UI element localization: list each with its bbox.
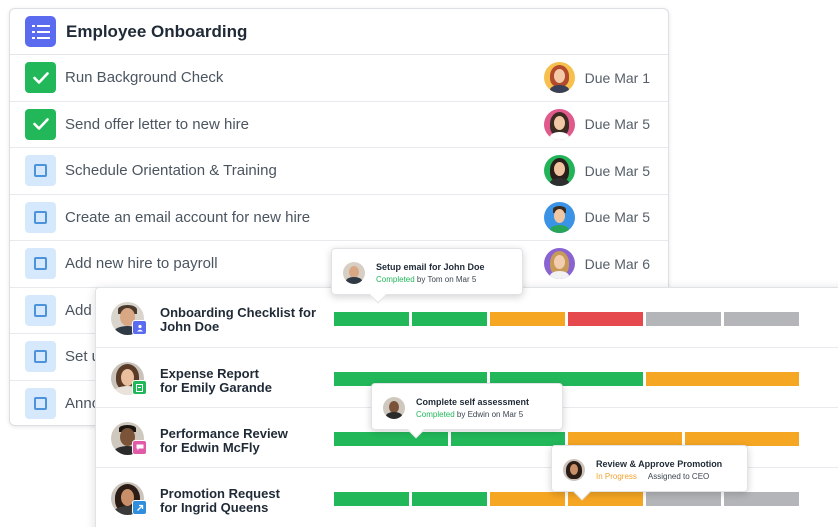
- progress-segment-green: [412, 312, 487, 326]
- progress-segment-gray: [724, 492, 799, 506]
- checklist-title: Employee Onboarding: [66, 21, 248, 41]
- arrow-up-icon: [132, 500, 147, 515]
- status-in-progress: In Progress: [596, 472, 637, 481]
- progress-segment-orange: [490, 492, 565, 506]
- task-row[interactable]: Create an email account for new hire Due…: [10, 195, 668, 241]
- workflow-title: Promotion Request for Ingrid Queens: [160, 486, 280, 515]
- progress-segment-green: [334, 492, 409, 506]
- checkbox-unchecked[interactable]: [25, 294, 56, 326]
- task-label: Create an email account for new hire: [65, 208, 311, 226]
- checkbox-unchecked[interactable]: [25, 248, 56, 280]
- tooltip-title: Complete self assessment: [416, 397, 530, 407]
- avatar: [563, 459, 585, 481]
- progress-segment-orange: [490, 312, 565, 326]
- task-label: Send offer letter to new hire: [65, 115, 249, 133]
- tooltip-self-assessment: Complete self assessment Completed by Ed…: [371, 383, 563, 439]
- checklist-header: Employee Onboarding: [10, 9, 668, 55]
- avatar: [383, 397, 405, 419]
- task-label: Add new hire to payroll: [65, 255, 218, 273]
- avatar: [343, 262, 365, 284]
- tooltip-title: Setup email for John Doe: [376, 262, 485, 272]
- tooltip-approve-promotion: Review & Approve Promotion In Progress As…: [551, 445, 748, 501]
- checkmark-icon: [32, 71, 49, 84]
- progress-segment-gray: [646, 312, 721, 326]
- task-row[interactable]: Schedule Orientation & Training Due Mar …: [10, 148, 668, 195]
- progress-segment-red: [568, 312, 643, 326]
- task-label: Schedule Orientation & Training: [65, 162, 277, 180]
- tooltip-status: Completed by Tom on Mar 5: [376, 275, 477, 284]
- checkbox-unchecked[interactable]: [25, 201, 56, 233]
- workflow-row[interactable]: Onboarding Checklist for John Doe: [96, 288, 838, 348]
- tooltip-status: Completed by Edwin on Mar 5: [416, 410, 524, 419]
- workflow-title: Expense Report for Emily Garande: [160, 366, 272, 395]
- tooltip-title: Review & Approve Promotion: [596, 459, 723, 469]
- task-row[interactable]: Send offer letter to new hire Due Mar 5: [10, 102, 668, 148]
- assignee-avatar: [543, 248, 575, 280]
- checkbox-unchecked[interactable]: [25, 155, 56, 187]
- progress-segment-green: [451, 432, 565, 446]
- assignee-avatar: [543, 62, 575, 94]
- checkbox-checked[interactable]: [25, 62, 56, 94]
- progress-segment-green: [412, 492, 487, 506]
- checkbox-unchecked[interactable]: [25, 341, 56, 373]
- assignee-avatar: [543, 201, 575, 233]
- due-date: Due Mar 6: [584, 255, 650, 272]
- list-icon: [25, 16, 56, 47]
- document-icon: [132, 380, 147, 395]
- task-row[interactable]: Run Background Check Due Mar 1: [10, 55, 668, 102]
- due-date: Due Mar 5: [584, 116, 650, 133]
- workflow-title: Performance Review for Edwin McFly: [160, 426, 288, 455]
- checkmark-icon: [32, 118, 49, 131]
- progress-segment-orange: [685, 432, 799, 446]
- due-date: Due Mar 5: [584, 209, 650, 226]
- task-label: Add: [65, 301, 92, 319]
- progress-segment-orange: [568, 432, 682, 446]
- checkbox-checked[interactable]: [25, 108, 56, 140]
- task-label: Run Background Check: [65, 69, 224, 87]
- workflow-title: Onboarding Checklist for John Doe: [160, 305, 317, 334]
- due-date: Due Mar 5: [584, 162, 650, 179]
- status-completed: Completed: [416, 410, 455, 419]
- progress-segment-orange: [646, 372, 799, 386]
- tooltip-setup-email: Setup email for John Doe Completed by To…: [331, 248, 523, 304]
- due-date: Due Mar 1: [584, 69, 650, 86]
- progress-segment-green: [334, 432, 448, 446]
- progress-segment-gray: [646, 492, 721, 506]
- chat-icon: [132, 440, 147, 455]
- checkbox-unchecked[interactable]: [25, 388, 56, 420]
- progress-segment-green: [334, 312, 409, 326]
- assignee-avatar: [543, 108, 575, 140]
- person-icon: [132, 320, 147, 335]
- assignee-avatar: [543, 155, 575, 187]
- progress-segment-gray: [724, 312, 799, 326]
- status-completed: Completed: [376, 275, 415, 284]
- tooltip-status: In Progress Assigned to CEO: [596, 472, 710, 481]
